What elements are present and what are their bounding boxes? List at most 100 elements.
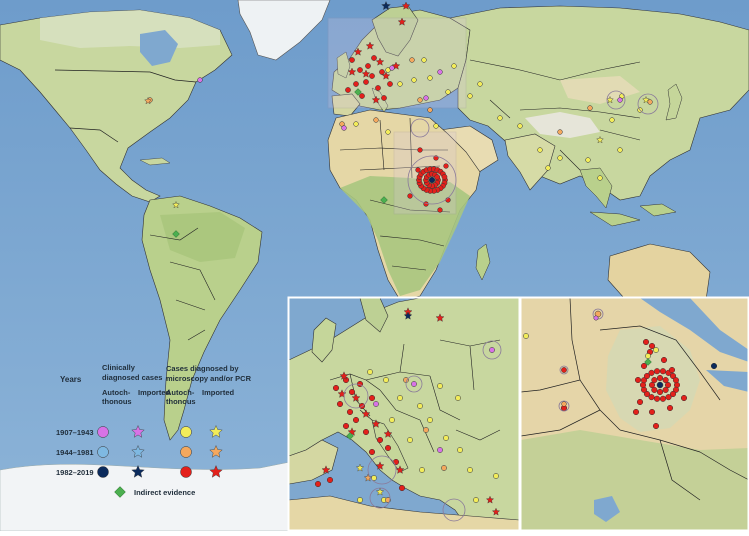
case-marker bbox=[357, 67, 363, 73]
case-marker bbox=[376, 436, 384, 444]
case-marker bbox=[451, 63, 457, 69]
case-marker bbox=[379, 69, 385, 75]
case-marker bbox=[659, 368, 667, 375]
case-marker bbox=[415, 167, 421, 173]
case-marker bbox=[445, 89, 451, 95]
case-marker bbox=[437, 447, 443, 453]
case-marker bbox=[353, 121, 359, 127]
case-marker bbox=[365, 63, 371, 69]
case-marker bbox=[653, 347, 659, 353]
case-marker bbox=[617, 147, 623, 153]
case-marker bbox=[597, 175, 603, 181]
case-marker bbox=[561, 367, 567, 373]
case-marker bbox=[411, 381, 417, 387]
legend-autoch-micro-1944 bbox=[180, 446, 192, 458]
case-marker bbox=[326, 476, 334, 484]
case-marker bbox=[587, 105, 593, 111]
case-marker bbox=[656, 381, 664, 389]
case-marker bbox=[437, 69, 443, 75]
case-marker bbox=[345, 87, 351, 93]
case-marker bbox=[443, 163, 449, 169]
case-marker bbox=[381, 95, 387, 101]
case-marker bbox=[672, 377, 680, 384]
case-marker bbox=[427, 107, 433, 113]
case-marker bbox=[640, 362, 648, 370]
case-marker bbox=[417, 147, 423, 153]
case-marker bbox=[342, 422, 350, 430]
case-marker bbox=[659, 395, 667, 402]
case-marker bbox=[653, 368, 661, 375]
case-marker bbox=[437, 383, 443, 389]
case-marker bbox=[371, 55, 377, 61]
case-marker bbox=[662, 377, 669, 384]
legend-clinical-heading-1: Clinically bbox=[102, 363, 136, 372]
case-marker bbox=[359, 93, 365, 99]
case-marker bbox=[389, 417, 395, 423]
case-marker bbox=[710, 362, 718, 370]
case-marker bbox=[680, 394, 688, 402]
case-marker bbox=[373, 117, 379, 123]
case-marker bbox=[648, 342, 656, 350]
case-marker bbox=[653, 395, 661, 402]
case-marker bbox=[632, 408, 640, 416]
case-marker bbox=[523, 333, 529, 339]
case-marker bbox=[369, 73, 375, 79]
legend-autoch-clinical-1982 bbox=[97, 466, 109, 478]
case-marker bbox=[665, 394, 672, 401]
case-marker bbox=[647, 99, 653, 105]
case-marker bbox=[336, 400, 344, 408]
case-marker bbox=[389, 65, 395, 71]
case-marker bbox=[457, 447, 463, 453]
legend-micro-heading-1: Cases diagnosed by bbox=[166, 364, 239, 373]
case-marker bbox=[636, 398, 644, 406]
case-marker bbox=[477, 81, 483, 87]
case-marker bbox=[455, 395, 461, 401]
legend-row-2-years: 1944–1981 bbox=[56, 448, 94, 457]
case-marker bbox=[443, 435, 449, 441]
case-marker bbox=[368, 394, 376, 402]
case-marker bbox=[428, 176, 436, 184]
case-marker bbox=[423, 95, 429, 101]
case-marker bbox=[427, 417, 433, 423]
case-marker bbox=[349, 57, 355, 63]
case-marker bbox=[397, 395, 403, 401]
case-marker bbox=[660, 356, 668, 364]
case-marker bbox=[423, 427, 429, 433]
case-marker bbox=[419, 467, 425, 473]
case-marker bbox=[662, 386, 669, 393]
case-marker bbox=[617, 97, 623, 103]
legend-autoch-clinical-1907 bbox=[97, 426, 109, 438]
legend-autoch-clinical-1944 bbox=[97, 446, 109, 458]
case-marker bbox=[341, 125, 347, 131]
legend-clinical-heading-2: diagnosed cases bbox=[102, 373, 162, 382]
case-marker bbox=[387, 81, 393, 87]
case-marker bbox=[593, 315, 599, 321]
case-marker bbox=[417, 97, 423, 103]
case-marker bbox=[473, 497, 479, 503]
case-marker bbox=[427, 75, 433, 81]
case-marker bbox=[357, 497, 363, 503]
case-marker bbox=[353, 81, 359, 87]
legend-indirect-label: Indirect evidence bbox=[134, 488, 195, 497]
case-marker bbox=[433, 123, 439, 129]
case-marker bbox=[411, 77, 417, 83]
case-marker bbox=[314, 480, 322, 488]
case-marker bbox=[656, 374, 664, 382]
case-marker bbox=[397, 81, 403, 87]
legend-autoch-micro-1907 bbox=[180, 426, 192, 438]
case-marker bbox=[392, 458, 400, 466]
case-marker bbox=[384, 444, 392, 452]
case-marker bbox=[332, 384, 340, 392]
case-marker bbox=[407, 437, 413, 443]
case-marker bbox=[346, 408, 354, 416]
case-marker bbox=[417, 403, 423, 409]
case-marker bbox=[383, 377, 389, 383]
case-marker bbox=[348, 388, 356, 396]
case-marker bbox=[367, 369, 373, 375]
case-marker bbox=[656, 388, 664, 396]
case-marker bbox=[585, 157, 591, 163]
case-marker bbox=[467, 467, 473, 473]
case-marker bbox=[642, 338, 650, 346]
case-marker bbox=[352, 416, 360, 424]
case-marker bbox=[467, 93, 473, 99]
